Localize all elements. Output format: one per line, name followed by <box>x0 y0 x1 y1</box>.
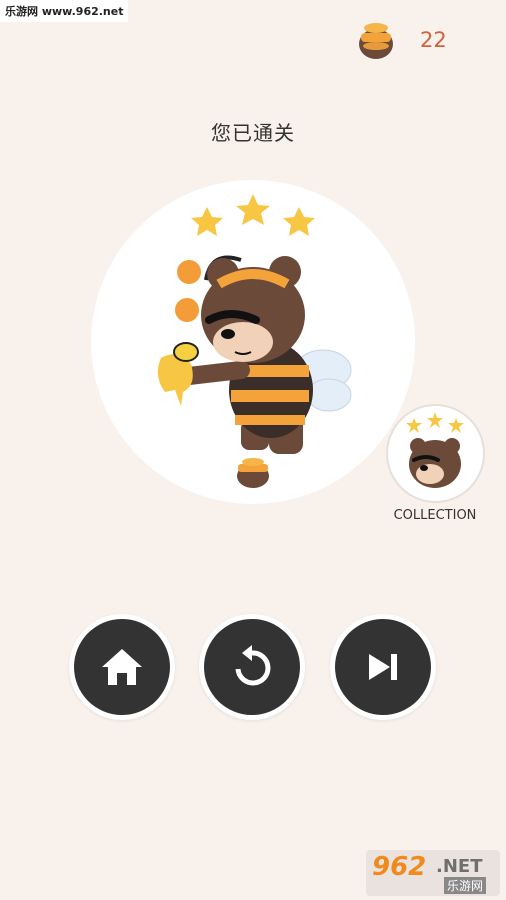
replay-icon <box>235 645 271 686</box>
honey-pot-icon <box>359 23 393 59</box>
logo-suffix: .NET <box>436 856 483 877</box>
collection-button[interactable] <box>388 406 483 501</box>
level-complete-title: 您已通关 <box>211 121 295 145</box>
logo-cn-text: 乐游网 <box>444 877 487 894</box>
next-level-button[interactable] <box>330 614 436 720</box>
home-button[interactable] <box>69 614 175 720</box>
home-icon <box>102 649 142 685</box>
site-logo-watermark: 962 .NET 乐游网 <box>366 850 500 896</box>
honey-counter: 22 <box>306 18 506 66</box>
skip-next-icon <box>369 654 397 680</box>
site-watermark: 乐游网 www.962.net <box>0 0 129 22</box>
bee-bear-illustration <box>157 194 352 488</box>
replay-button[interactable] <box>199 614 305 720</box>
honey-count: 22 <box>420 28 447 52</box>
collection-label: COLLECTION <box>393 508 477 523</box>
logo-number: 962 <box>372 852 427 882</box>
star-icon <box>236 194 270 225</box>
star-icon <box>283 207 315 236</box>
star-icon <box>191 207 223 236</box>
collection-bear-icon <box>406 412 464 488</box>
